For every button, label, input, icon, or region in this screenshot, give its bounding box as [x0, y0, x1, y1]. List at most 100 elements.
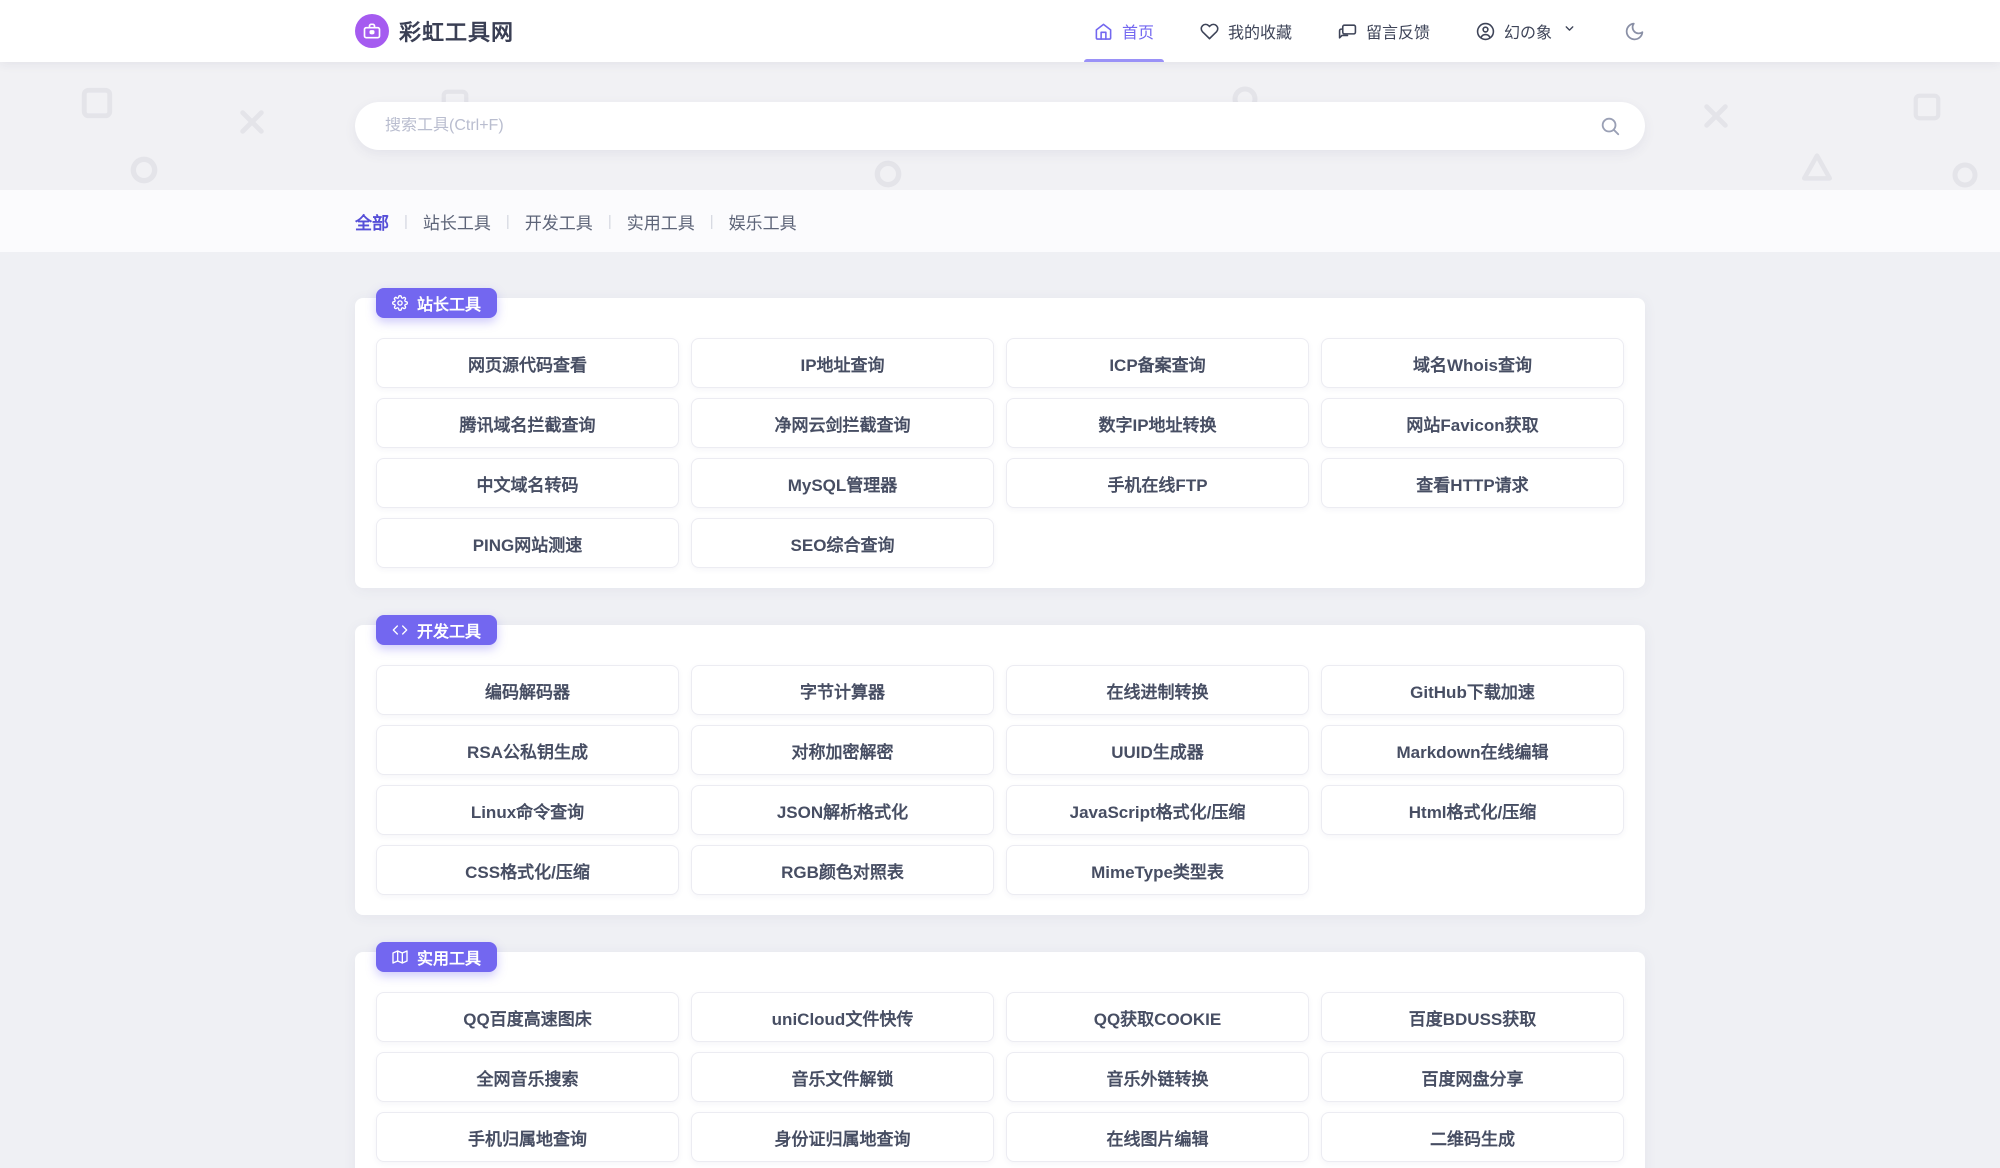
tool-button[interactable]: 在线进制转换 — [1006, 665, 1309, 715]
section-badge: 实用工具 — [376, 942, 497, 972]
home-icon — [1094, 22, 1113, 41]
category-separator: | — [710, 213, 714, 230]
category-filter-bar: 全部 | 站长工具 | 开发工具 | 实用工具 | 娱乐工具 — [0, 190, 2000, 252]
search-bar — [355, 102, 1645, 150]
tool-section: 站长工具网页源代码查看IP地址查询ICP备案查询域名Whois查询腾讯域名拦截查… — [355, 298, 1645, 588]
tool-button[interactable]: 手机归属地查询 — [376, 1112, 679, 1162]
category-separator: | — [404, 213, 408, 230]
tool-button[interactable]: QQ获取COOKIE — [1006, 992, 1309, 1042]
nav-label: 幻の象 — [1504, 19, 1552, 43]
nav-item-user-menu[interactable]: 幻の象 — [1476, 0, 1576, 62]
tool-grid: QQ百度高速图床uniCloud文件快传QQ获取COOKIE百度BDUSS获取全… — [376, 992, 1624, 1168]
tool-section: 实用工具QQ百度高速图床uniCloud文件快传QQ获取COOKIE百度BDUS… — [355, 952, 1645, 1168]
decor-square-icon — [80, 86, 114, 120]
nav-label: 我的收藏 — [1228, 19, 1292, 43]
decor-circle-icon — [128, 154, 160, 186]
tool-button[interactable]: 编码解码器 — [376, 665, 679, 715]
decor-triangle-icon — [1800, 150, 1834, 184]
chevron-down-icon — [1563, 22, 1576, 40]
tool-button[interactable]: MimeType类型表 — [1006, 845, 1309, 895]
nav-item-favorites[interactable]: 我的收藏 — [1200, 0, 1292, 62]
section-badge: 站长工具 — [376, 288, 497, 318]
toolbox-logo-icon — [355, 14, 389, 48]
site-title: 彩虹工具网 — [399, 15, 514, 47]
section-title: 站长工具 — [417, 291, 481, 315]
magnifier-icon[interactable] — [1599, 115, 1621, 137]
gear-icon — [392, 295, 408, 311]
tool-grid: 网页源代码查看IP地址查询ICP备案查询域名Whois查询腾讯域名拦截查询净网云… — [376, 338, 1624, 568]
nav-item-feedback[interactable]: 留言反馈 — [1338, 0, 1430, 62]
tool-button[interactable]: 字节计算器 — [691, 665, 994, 715]
theme-toggle-button[interactable] — [1624, 21, 1645, 42]
nav-item-home[interactable]: 首页 — [1094, 0, 1154, 62]
tool-button[interactable]: IP地址查询 — [691, 338, 994, 388]
search-section — [0, 62, 2000, 190]
map-icon — [392, 949, 408, 965]
nav-label: 留言反馈 — [1366, 19, 1430, 43]
decor-circle-icon — [872, 158, 904, 190]
category-separator: | — [506, 213, 510, 230]
decor-square-icon — [1912, 92, 1942, 122]
tool-button[interactable]: ICP备案查询 — [1006, 338, 1309, 388]
tool-button[interactable]: SEO综合查询 — [691, 518, 994, 568]
tool-button[interactable]: 对称加密解密 — [691, 725, 994, 775]
tool-button[interactable]: 在线图片编辑 — [1006, 1112, 1309, 1162]
tool-button[interactable]: 网页源代码查看 — [376, 338, 679, 388]
tool-button[interactable]: uniCloud文件快传 — [691, 992, 994, 1042]
tool-button[interactable]: 百度网盘分享 — [1321, 1052, 1624, 1102]
tool-button[interactable]: 腾讯域名拦截查询 — [376, 398, 679, 448]
tool-button[interactable]: Markdown在线编辑 — [1321, 725, 1624, 775]
decor-x-icon — [1700, 100, 1732, 132]
tool-button[interactable]: 二维码生成 — [1321, 1112, 1624, 1162]
tool-button[interactable]: Html格式化/压缩 — [1321, 785, 1624, 835]
tool-button[interactable]: CSS格式化/压缩 — [376, 845, 679, 895]
category-tab[interactable]: 实用工具 — [627, 209, 695, 234]
tool-button[interactable]: 网站Favicon获取 — [1321, 398, 1624, 448]
user-icon — [1476, 22, 1495, 41]
tool-button[interactable]: 中文域名转码 — [376, 458, 679, 508]
category-tab[interactable]: 娱乐工具 — [729, 209, 797, 234]
tool-button[interactable]: 音乐文件解锁 — [691, 1052, 994, 1102]
tool-button[interactable]: MySQL管理器 — [691, 458, 994, 508]
tool-button[interactable]: 身份证归属地查询 — [691, 1112, 994, 1162]
category-separator: | — [608, 213, 612, 230]
tool-button[interactable]: QQ百度高速图床 — [376, 992, 679, 1042]
tool-button[interactable]: Linux命令查询 — [376, 785, 679, 835]
section-title: 实用工具 — [417, 945, 481, 969]
tool-button[interactable]: 查看HTTP请求 — [1321, 458, 1624, 508]
section-badge: 开发工具 — [376, 615, 497, 645]
decor-circle-icon — [1950, 160, 1980, 190]
tool-section: 开发工具编码解码器字节计算器在线进制转换GitHub下载加速RSA公私钥生成对称… — [355, 625, 1645, 915]
main-nav: 首页 我的收藏 留言反馈 幻 — [1048, 0, 1645, 62]
category-tab[interactable]: 站长工具 — [423, 209, 491, 234]
tool-button[interactable]: JSON解析格式化 — [691, 785, 994, 835]
tool-button[interactable]: 净网云剑拦截查询 — [691, 398, 994, 448]
category-tab[interactable]: 全部 — [355, 209, 389, 234]
chat-icon — [1338, 22, 1357, 41]
tool-button[interactable]: GitHub下载加速 — [1321, 665, 1624, 715]
heart-icon — [1200, 22, 1219, 41]
tool-button[interactable]: 数字IP地址转换 — [1006, 398, 1309, 448]
code-icon — [392, 622, 408, 638]
tool-button[interactable]: UUID生成器 — [1006, 725, 1309, 775]
top-header: 彩虹工具网 首页 我的收藏 留言反馈 — [0, 0, 2000, 62]
tool-button[interactable]: RGB颜色对照表 — [691, 845, 994, 895]
tool-button[interactable]: 百度BDUSS获取 — [1321, 992, 1624, 1042]
decor-x-icon — [236, 106, 268, 138]
search-input[interactable] — [385, 117, 1599, 135]
main-content: 站长工具网页源代码查看IP地址查询ICP备案查询域名Whois查询腾讯域名拦截查… — [0, 252, 2000, 1168]
tool-grid: 编码解码器字节计算器在线进制转换GitHub下载加速 RSA公私钥生成对称加密解密… — [376, 665, 1624, 895]
tool-button[interactable]: 手机在线FTP — [1006, 458, 1309, 508]
brand-logo[interactable]: 彩虹工具网 — [355, 14, 514, 48]
moon-icon — [1624, 21, 1645, 42]
tool-button[interactable]: 音乐外链转换 — [1006, 1052, 1309, 1102]
category-list: 全部 | 站长工具 | 开发工具 | 实用工具 | 娱乐工具 — [355, 209, 1645, 234]
tool-button[interactable]: 全网音乐搜索 — [376, 1052, 679, 1102]
section-title: 开发工具 — [417, 618, 481, 642]
tool-button[interactable]: 域名Whois查询 — [1321, 338, 1624, 388]
tool-button[interactable]: PING网站测速 — [376, 518, 679, 568]
tool-button[interactable]: RSA公私钥生成 — [376, 725, 679, 775]
tool-button[interactable]: JavaScript格式化/压缩 — [1006, 785, 1309, 835]
nav-label: 首页 — [1122, 19, 1154, 43]
category-tab[interactable]: 开发工具 — [525, 209, 593, 234]
